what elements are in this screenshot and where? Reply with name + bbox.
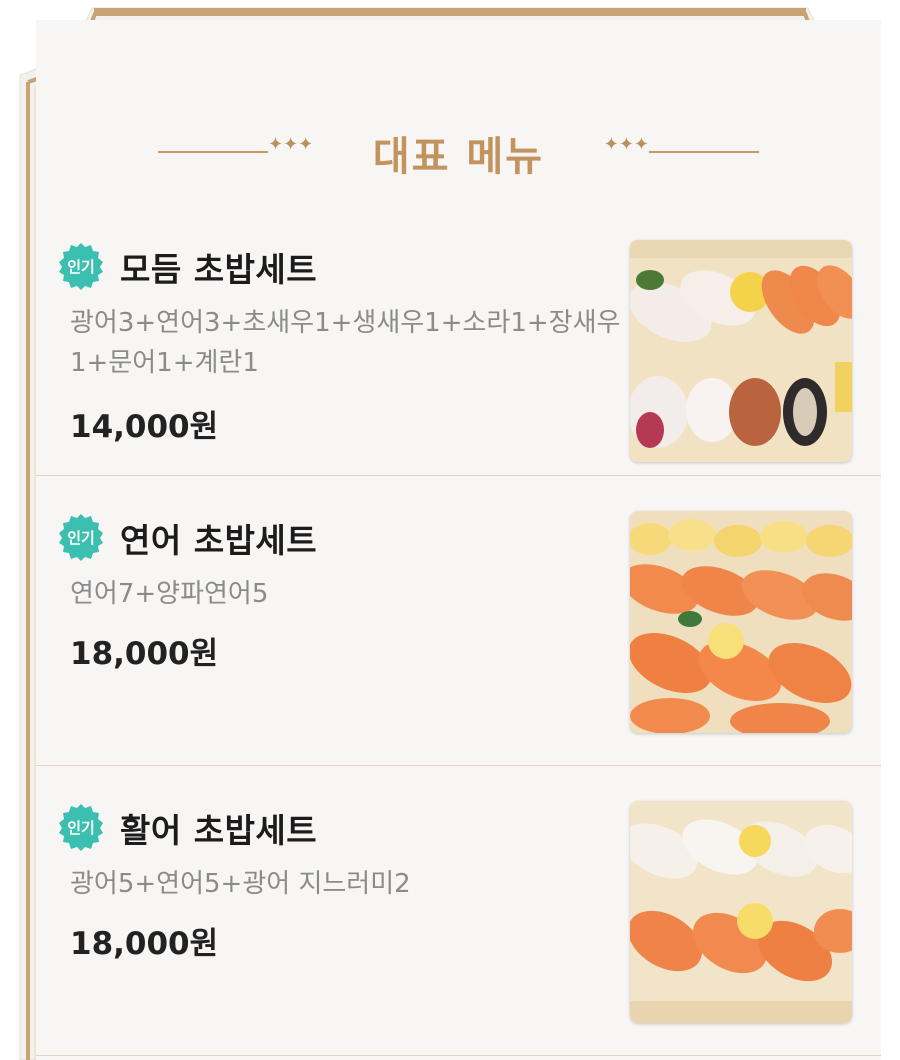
salmon-sushi-photo <box>630 511 852 733</box>
badge-label: 인기 <box>67 528 95 547</box>
assorted-sushi-photo <box>630 240 852 462</box>
item-price: 14,000원 <box>70 409 219 445</box>
item-description: 연어7+양파연어5 <box>70 579 269 609</box>
menu-page: ✦✦✦ 대표 메뉴 ✦✦✦ 인기 모듬 초밥세트 광어3+연어3+초새우1+생새… <box>0 0 900 1060</box>
popular-badge: 인기 <box>56 241 106 291</box>
item-description: 광어3+연어3+초새우1+생새우1+소라1+장새우1+문어1+계란1 <box>70 308 621 378</box>
sparkle-icon-right: ✦✦✦ <box>603 134 649 155</box>
menu-panel: ✦✦✦ 대표 메뉴 ✦✦✦ 인기 모듬 초밥세트 광어3+연어3+초새우1+생새… <box>36 20 881 1060</box>
menu-item-assorted-sushi[interactable]: 인기 모듬 초밥세트 광어3+연어3+초새우1+생새우1+소라1+장새우1+문어… <box>36 205 881 476</box>
item-price: 18,000원 <box>70 636 219 672</box>
item-description: 광어5+연어5+광어 지느러미2 <box>70 869 411 899</box>
popular-badge: 인기 <box>56 512 106 562</box>
flatfish-salmon-sushi-photo <box>630 801 852 1023</box>
section-header: ✦✦✦ 대표 메뉴 ✦✦✦ <box>36 112 881 192</box>
item-price: 18,000원 <box>70 926 219 962</box>
badge-label: 인기 <box>67 818 95 837</box>
popular-badge: 인기 <box>56 802 106 852</box>
item-name: 모듬 초밥세트 <box>120 250 318 289</box>
menu-item-live-fish-sushi[interactable]: 인기 활어 초밥세트 광어5+연어5+광어 지느러미2 18,000원 <box>36 766 881 1056</box>
badge-label: 인기 <box>67 257 95 276</box>
section-title: 대표 메뉴 <box>372 134 545 180</box>
header-divider-right <box>649 151 759 153</box>
item-name: 활어 초밥세트 <box>120 811 318 850</box>
item-name: 연어 초밥세트 <box>120 521 318 560</box>
menu-list: 인기 모듬 초밥세트 광어3+연어3+초새우1+생새우1+소라1+장새우1+문어… <box>36 205 881 1056</box>
menu-item-salmon-sushi[interactable]: 인기 연어 초밥세트 연어7+양파연어5 18,000원 <box>36 476 881 766</box>
